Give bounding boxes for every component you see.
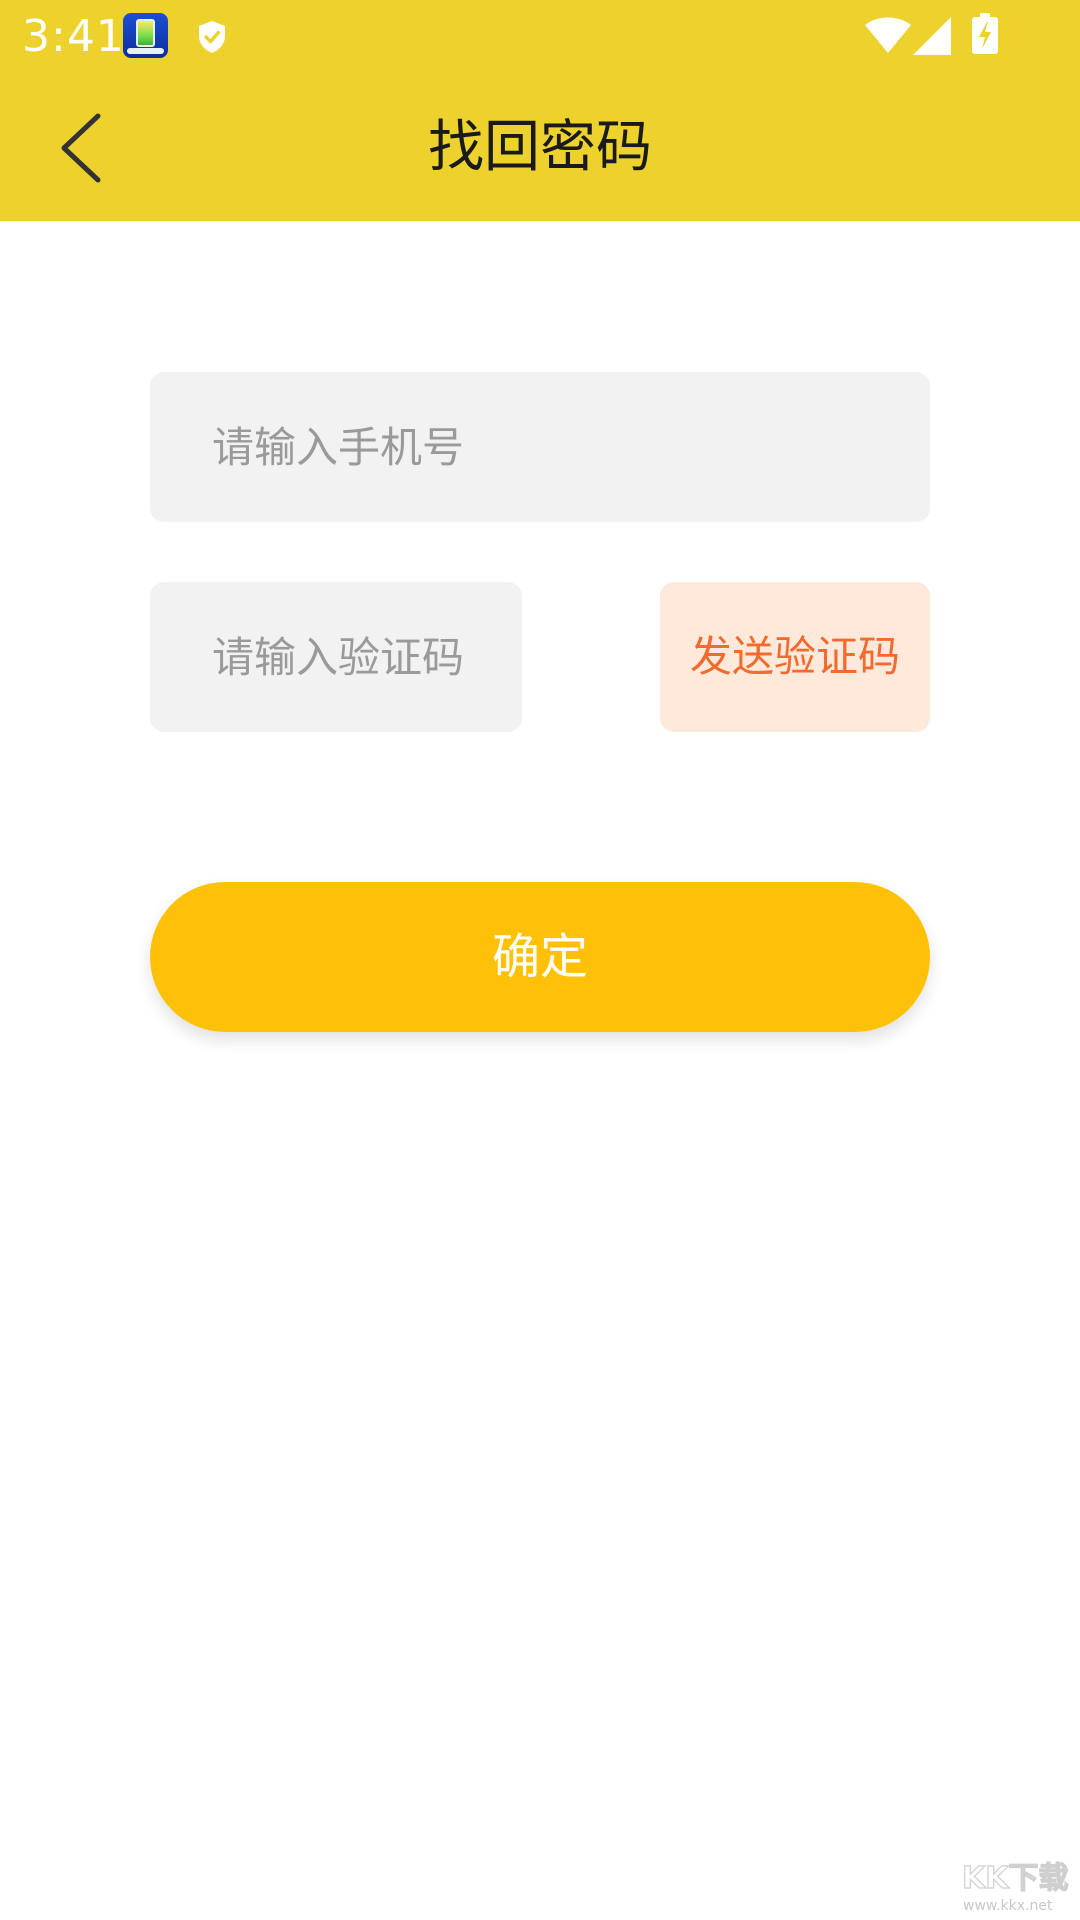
status-bar: 3:41 [0, 0, 1080, 74]
wifi-icon [865, 17, 911, 53]
svg-text:KK下载: KK下载 [962, 1861, 1069, 1896]
shield-check-icon [199, 21, 225, 53]
watermark: KK下载 www.kkx.net [960, 1858, 1075, 1918]
cellular-signal-icon [913, 17, 951, 55]
status-time: 3:41 [22, 11, 125, 62]
watermark-url: www.kkx.net [963, 1898, 1053, 1914]
phone-input[interactable] [150, 372, 930, 522]
app-battery-icon [123, 13, 168, 58]
battery-charging-icon [972, 13, 998, 54]
app-bar: 3:41 找回密码 [0, 0, 1080, 221]
phone-field [150, 372, 930, 522]
verification-code-input[interactable] [150, 582, 522, 732]
page-title: 找回密码 [428, 115, 652, 180]
page-header: 找回密码 [0, 74, 1080, 221]
confirm-button[interactable]: 确定 [150, 882, 930, 1032]
kk-download-logo: KK下载 [961, 1860, 1069, 1896]
verification-code-field [150, 582, 522, 732]
send-code-button[interactable]: 发送验证码 [660, 582, 930, 732]
